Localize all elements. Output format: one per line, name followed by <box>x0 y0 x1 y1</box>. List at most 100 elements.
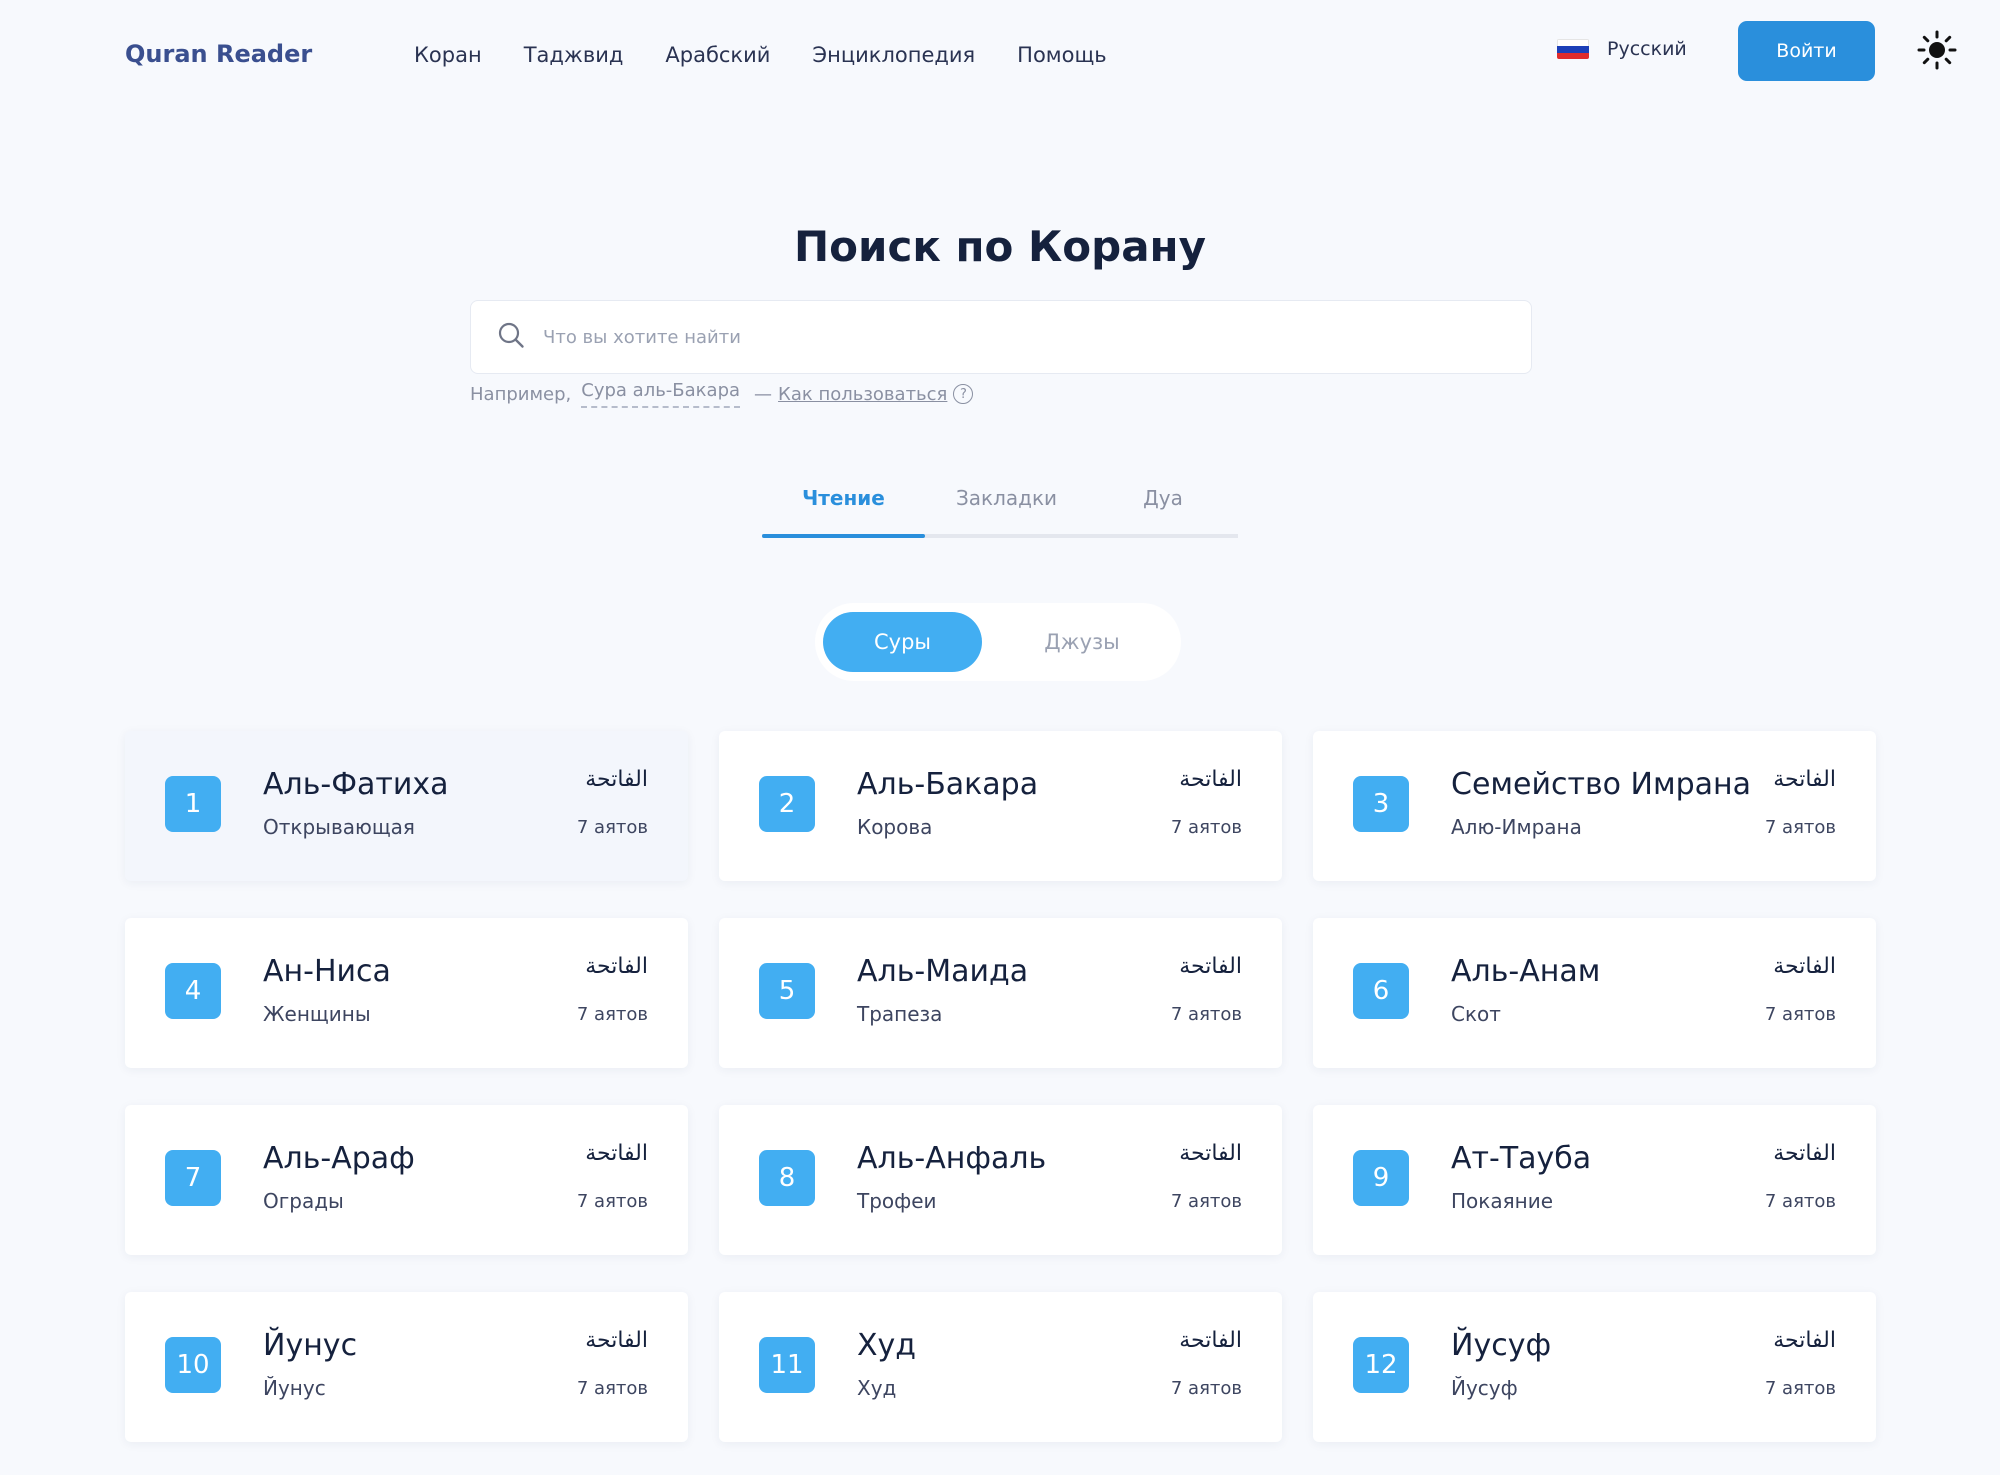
search-icon <box>497 321 525 353</box>
surah-card[interactable]: 8 Аль-Анфаль Трофеи الفاتحة 7 аятов <box>719 1105 1282 1255</box>
surah-arabic-name: الفاتحة <box>1179 767 1242 792</box>
surah-card[interactable]: 4 Ан-Ниса Женщины الفاتحة 7 аятов <box>125 918 688 1068</box>
hint-prefix: Например, <box>470 383 572 405</box>
how-to-use-link[interactable]: Как пользоваться <box>778 384 947 405</box>
login-button[interactable]: Войти <box>1738 21 1875 81</box>
surah-translation: Ограды <box>263 1189 344 1213</box>
surah-card[interactable]: 6 Аль-Анам Скот الفاتحة 7 аятов <box>1313 918 1876 1068</box>
surah-arabic-name: الفاتحة <box>1773 1141 1836 1166</box>
surah-name: Худ <box>857 1328 917 1363</box>
language-selector[interactable]: Русский <box>1557 38 1687 60</box>
surah-card[interactable]: 10 Йунус Йунус الفاتحة 7 аятов <box>125 1292 688 1442</box>
nav-item-help[interactable]: Помощь <box>1017 43 1107 67</box>
segment-juz[interactable]: Джузы <box>1002 612 1162 672</box>
surah-ayat-count: 7 аятов <box>576 1004 648 1025</box>
sun-icon[interactable] <box>1917 30 1957 70</box>
surah-translation: Корова <box>857 815 933 839</box>
search-input[interactable] <box>541 325 1531 349</box>
tab-bookmarks[interactable]: Закладки <box>925 486 1088 510</box>
surah-card[interactable]: 11 Худ Худ الفاتحة 7 аятов <box>719 1292 1282 1442</box>
surah-name: Аль-Анфаль <box>857 1141 1047 1176</box>
surah-translation: Женщины <box>263 1002 371 1026</box>
surah-number-badge: 8 <box>759 1150 815 1206</box>
surah-number-badge: 12 <box>1353 1337 1409 1393</box>
tab-dua[interactable]: Дуа <box>1088 486 1238 510</box>
surah-juz-toggle: Суры Джузы <box>815 603 1181 681</box>
search-box[interactable] <box>470 300 1532 374</box>
nav-item-quran[interactable]: Коран <box>414 43 482 67</box>
nav-item-arabic[interactable]: Арабский <box>665 43 770 67</box>
surah-card[interactable]: 5 Аль-Маида Трапеза الفاتحة 7 аятов <box>719 918 1282 1068</box>
surah-translation: Худ <box>857 1376 897 1400</box>
surah-name: Ан-Ниса <box>263 954 391 989</box>
surah-name: Ат-Тауба <box>1451 1141 1592 1176</box>
surah-name: Аль-Бакара <box>857 767 1039 802</box>
surah-ayat-count: 7 аятов <box>576 817 648 838</box>
surah-number-badge: 7 <box>165 1150 221 1206</box>
surah-ayat-count: 7 аятов <box>1170 817 1242 838</box>
surah-ayat-count: 7 аятов <box>1764 1378 1836 1399</box>
surah-ayat-count: 7 аятов <box>1170 1004 1242 1025</box>
surah-name: Аль-Араф <box>263 1141 415 1176</box>
question-icon[interactable]: ? <box>953 384 974 404</box>
surah-translation: Открывающая <box>263 815 415 839</box>
surah-card[interactable]: 9 Ат-Тауба Покаяние الفاتحة 7 аятов <box>1313 1105 1876 1255</box>
segment-surahs[interactable]: Суры <box>823 612 982 672</box>
surah-number-badge: 6 <box>1353 963 1409 1019</box>
surah-number-badge: 3 <box>1353 776 1409 832</box>
surah-card[interactable]: 2 Аль-Бакара Корова الفاتحة 7 аятов <box>719 731 1282 881</box>
surah-card[interactable]: 3 Семейство Имрана Алю-Имрана الفاتحة 7 аято… <box>1313 731 1876 881</box>
surah-ayat-count: 7 аятов <box>576 1191 648 1212</box>
surah-number-badge: 9 <box>1353 1150 1409 1206</box>
surah-ayat-count: 7 аятов <box>1170 1378 1242 1399</box>
surah-arabic-name: الفاتحة <box>585 1141 648 1166</box>
surah-ayat-count: 7 аятов <box>576 1378 648 1399</box>
surah-translation: Трапеза <box>857 1002 943 1026</box>
nav-item-encyclopedia[interactable]: Энциклопедия <box>812 43 975 67</box>
surah-number-badge: 1 <box>165 776 221 832</box>
surah-arabic-name: الفاتحة <box>1179 1328 1242 1353</box>
surah-translation: Трофеи <box>857 1189 937 1213</box>
content-tabs: Чтение Закладки Дуа <box>762 486 1238 538</box>
russian-flag-icon <box>1557 39 1589 59</box>
hint-example-link[interactable]: Сура аль-Бакара <box>581 380 741 408</box>
surah-name: Аль-Фатиха <box>263 767 449 802</box>
surah-arabic-name: الفاتحة <box>1179 954 1242 979</box>
surah-translation: Алю-Имрана <box>1451 815 1582 839</box>
surah-ayat-count: 7 аятов <box>1764 817 1836 838</box>
surah-number-badge: 2 <box>759 776 815 832</box>
surah-number-badge: 11 <box>759 1337 815 1393</box>
tab-reading[interactable]: Чтение <box>762 486 925 510</box>
surah-translation: Йунус <box>263 1376 326 1400</box>
surah-name: Йунус <box>263 1328 358 1363</box>
search-hint: Например, Сура аль-Бакара — Как пользова… <box>470 380 974 408</box>
surah-name: Аль-Анам <box>1451 954 1601 989</box>
page-title: Поиск по Корану <box>794 222 1206 271</box>
surah-card[interactable]: 1 Аль-Фатиха Открывающая الفاتحة 7 аятов <box>125 731 688 881</box>
surah-number-badge: 5 <box>759 963 815 1019</box>
surah-name: Семейство Имрана <box>1451 767 1752 802</box>
surah-name: Йусуф <box>1451 1328 1552 1363</box>
surah-arabic-name: الفاتحة <box>585 767 648 792</box>
nav-item-tajweed[interactable]: Таджвид <box>524 43 624 67</box>
active-tab-indicator <box>762 534 925 538</box>
surah-number-badge: 10 <box>165 1337 221 1393</box>
surah-arabic-name: الفاتحة <box>585 954 648 979</box>
surah-ayat-count: 7 аятов <box>1764 1191 1836 1212</box>
app-logo[interactable]: Quran Reader <box>125 40 312 68</box>
surah-translation: Йусуф <box>1451 1376 1518 1400</box>
surah-arabic-name: الفاتحة <box>1773 954 1836 979</box>
surah-arabic-name: الفاتحة <box>585 1328 648 1353</box>
surah-translation: Покаяние <box>1451 1189 1554 1213</box>
surah-translation: Скот <box>1451 1002 1501 1026</box>
surah-arabic-name: الفاتحة <box>1773 1328 1836 1353</box>
surah-arabic-name: الفاتحة <box>1179 1141 1242 1166</box>
surah-name: Аль-Маида <box>857 954 1029 989</box>
surah-arabic-name: الفاتحة <box>1773 767 1836 792</box>
surah-card[interactable]: 7 Аль-Араф Ограды الفاتحة 7 аятов <box>125 1105 688 1255</box>
surah-ayat-count: 7 аятов <box>1764 1004 1836 1025</box>
main-nav: Коран Таджвид Арабский Энциклопедия Помо… <box>414 43 1107 67</box>
hint-separator: — <box>754 383 773 405</box>
surah-card[interactable]: 12 Йусуф Йусуф الفاتحة 7 аятов <box>1313 1292 1876 1442</box>
surah-ayat-count: 7 аятов <box>1170 1191 1242 1212</box>
